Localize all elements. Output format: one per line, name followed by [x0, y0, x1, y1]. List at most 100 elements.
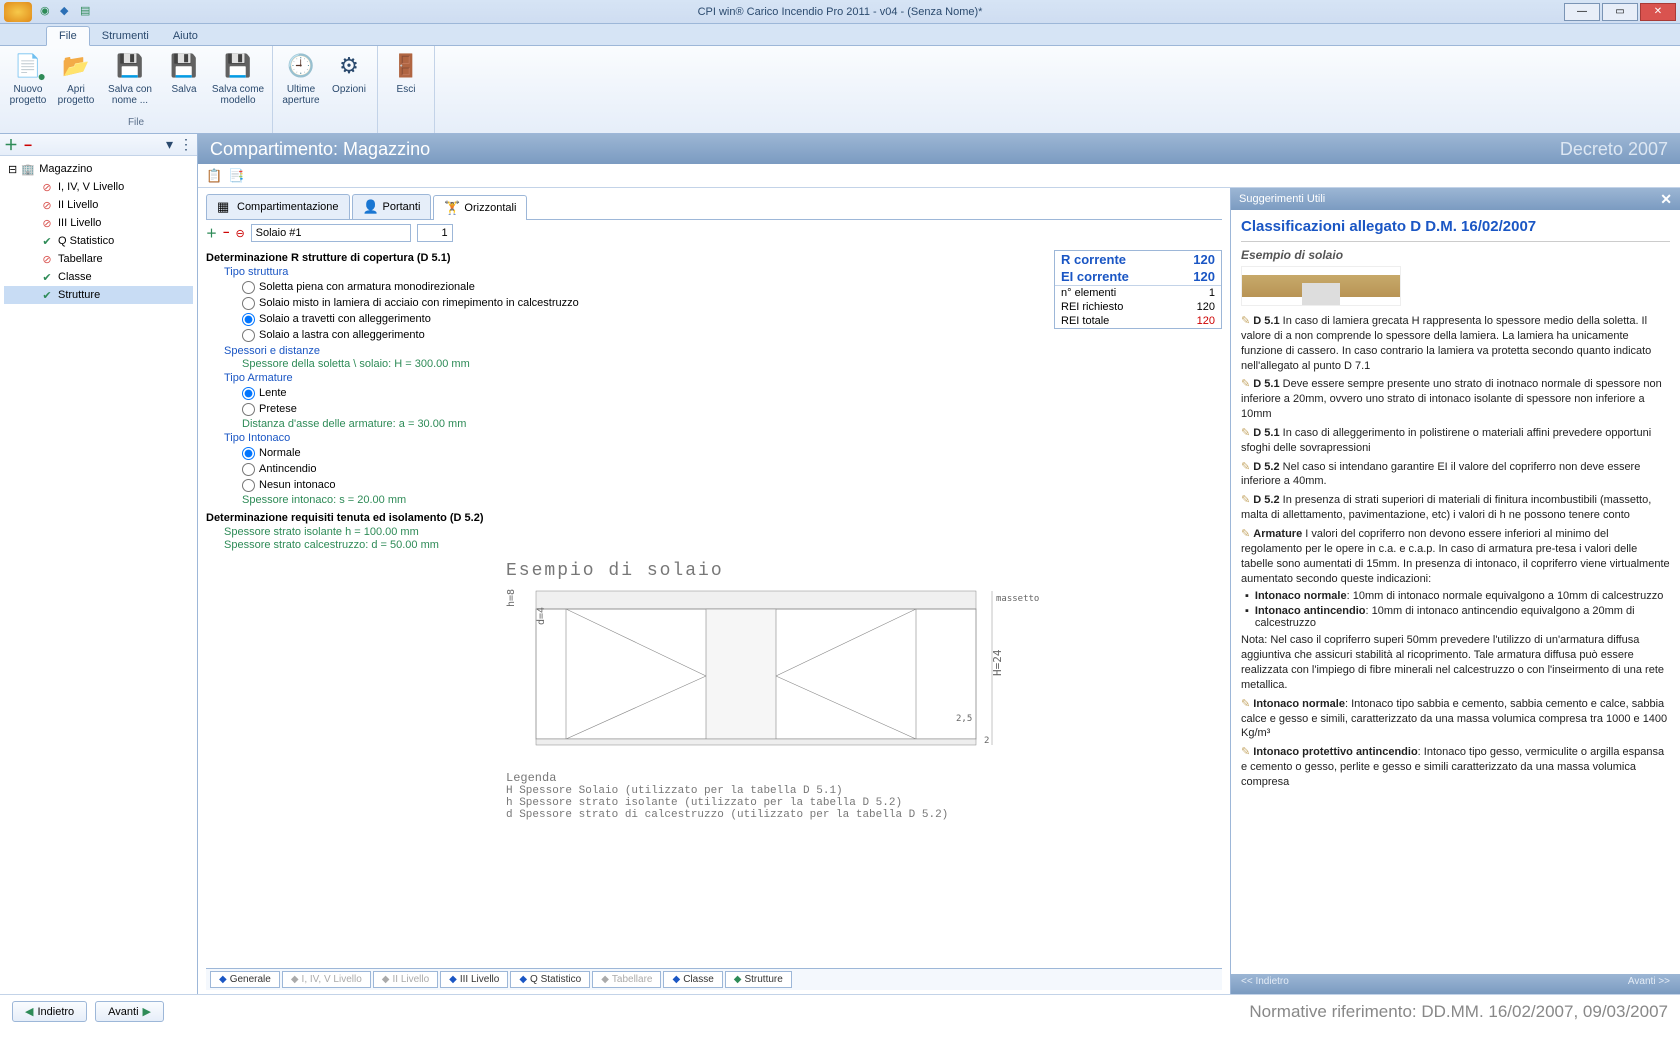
radio-ts4[interactable]: Solaio a lastra con alleggerimento — [242, 327, 1046, 343]
normative-label: Normative riferimento: DD.MM. 16/02/2007… — [1249, 1002, 1668, 1022]
bot-tab-qstat[interactable]: ◆Q Statistico — [510, 971, 590, 988]
check-icon: ✔ — [40, 288, 54, 302]
value-spess-soletta: Spessore della soletta \ solaio: H = 300… — [242, 358, 1046, 370]
btn-salva[interactable]: Salva — [160, 48, 208, 117]
hints-nav: << Indietro Avanti >> — [1231, 974, 1680, 994]
bot-tab-tabellare[interactable]: ◆Tabellare — [592, 971, 661, 988]
prohibit-icon: ⊘ — [40, 216, 54, 230]
radio-ti3[interactable]: Nesun intonaco — [242, 477, 1046, 493]
check-icon: ✔ — [40, 270, 54, 284]
qat-new-icon[interactable]: ◉ — [40, 4, 56, 20]
tool-icon-1[interactable]: 📋 — [206, 168, 222, 184]
value-dist-armature: Distanza d'asse delle armature: a = 30.0… — [242, 418, 1046, 430]
bot-tab-l1[interactable]: ◆I, IV, V Livello — [282, 971, 371, 988]
tree-add-icon[interactable] — [4, 135, 18, 155]
hints-figure — [1241, 266, 1401, 306]
element-count-input[interactable] — [417, 224, 453, 242]
tab-aiuto[interactable]: Aiuto — [161, 27, 210, 45]
heading-tipo-intonaco: Tipo Intonaco — [224, 432, 1046, 444]
tab-file[interactable]: File — [46, 26, 90, 46]
svg-text:massetto: massetto — [996, 594, 1039, 604]
qat-save-icon[interactable]: ▤ — [80, 4, 96, 20]
radio-ta2[interactable]: Pretese — [242, 401, 1046, 417]
center-toolbar: 📋 📑 — [198, 164, 1680, 188]
svg-text:2,5: 2,5 — [956, 714, 972, 724]
section-d52: Determinazione requisiti tenuta ed isola… — [206, 512, 1046, 524]
tool-icon-2[interactable]: 📑 — [228, 168, 244, 184]
bot-tab-generale[interactable]: ◆Generale — [210, 971, 280, 988]
form-left: Determinazione R strutture di copertura … — [206, 246, 1054, 968]
legend-line-3: d Spessore strato di calcestruzzo (utili… — [506, 809, 1046, 821]
btn-indietro[interactable]: ◀Indietro — [12, 1001, 87, 1022]
radio-ta1[interactable]: Lente — [242, 385, 1046, 401]
subtabs: ▦Compartimentazione 👤Portanti 🏋Orizzonta… — [206, 192, 1222, 220]
btn-salva-nome[interactable]: Salva con nome ... — [100, 48, 160, 117]
app-icon — [4, 2, 32, 22]
tree-more-icon[interactable] — [179, 136, 193, 153]
diagram-title: Esempio di solaio — [506, 561, 1046, 581]
tab-strumenti[interactable]: Strumenti — [90, 27, 161, 45]
close-button[interactable]: ✕ — [1640, 3, 1676, 21]
subtab-compartimentazione[interactable]: ▦Compartimentazione — [206, 194, 350, 219]
example-diagram: Esempio di solaio massetto h=8 d=4 — [206, 561, 1046, 821]
ribbon-group-file-label: File — [4, 117, 268, 131]
tree-root[interactable]: ⊟🏢Magazzino — [4, 160, 193, 178]
btn-apri-progetto[interactable]: Apri progetto — [52, 48, 100, 117]
tree-node-livello-2[interactable]: ⊘II Livello — [4, 196, 193, 214]
btn-opzioni[interactable]: Opzioni — [325, 48, 373, 117]
heading-tipo-struttura: Tipo struttura — [224, 266, 1046, 278]
open-folder-icon — [60, 50, 92, 82]
save-as-icon — [114, 50, 146, 82]
check-icon: ✔ — [40, 234, 54, 248]
radio-ts1[interactable]: Soletta piena con armatura monodireziona… — [242, 279, 1046, 295]
bot-tab-l3[interactable]: ◆III Livello — [440, 971, 508, 988]
element-name-input[interactable] — [251, 224, 411, 242]
legend-line-1: H Spessore Solaio (utilizzato per la tab… — [506, 785, 1046, 797]
hints-close-icon[interactable]: ✕ — [1660, 191, 1672, 208]
section-d51: Determinazione R strutture di copertura … — [206, 252, 1046, 264]
btn-avanti[interactable]: Avanti▶ — [95, 1001, 164, 1022]
exit-icon — [390, 50, 422, 82]
tree-node-classe[interactable]: ✔Classe — [4, 268, 193, 286]
building-icon: 🏢 — [21, 162, 35, 176]
tree-node-livello-3[interactable]: ⊘III Livello — [4, 214, 193, 232]
maximize-button[interactable]: ▭ — [1602, 3, 1638, 21]
subtab-portanti[interactable]: 👤Portanti — [352, 194, 432, 219]
results-sidebox: R corrente120 EI corrente120 n° elementi… — [1054, 250, 1222, 329]
element-dup-icon[interactable]: ⊖ — [235, 227, 244, 240]
ribbon: 📄● Nuovo progetto Apri progetto Salva co… — [0, 46, 1680, 134]
tree-node-qstat[interactable]: ✔Q Statistico — [4, 232, 193, 250]
hints-nav-back[interactable]: << Indietro — [1231, 974, 1299, 994]
btn-ultime-aperture[interactable]: Ultime aperture — [277, 48, 325, 117]
subtab-orizzontali[interactable]: 🏋Orizzontali — [433, 195, 527, 220]
qat-open-icon[interactable]: ◆ — [60, 4, 76, 20]
tree-remove-icon[interactable] — [24, 137, 32, 153]
tree-node-strutture[interactable]: ✔Strutture — [4, 286, 193, 304]
radio-ts2[interactable]: Solaio misto in lamiera di acciaio con r… — [242, 295, 1046, 311]
tree: ⊟🏢Magazzino ⊘I, IV, V Livello ⊘II Livell… — [0, 156, 197, 308]
tree-node-livello-1[interactable]: ⊘I, IV, V Livello — [4, 178, 193, 196]
hints-nav-fwd[interactable]: Avanti >> — [1618, 974, 1680, 994]
hints-figure-title: Esempio di solaio — [1241, 248, 1670, 262]
hints-header: Suggerimenti Utili ✕ — [1231, 188, 1680, 210]
svg-text:h=8: h=8 — [506, 589, 517, 607]
save-template-icon — [222, 50, 254, 82]
tree-dropdown-icon[interactable] — [166, 136, 173, 153]
bot-tab-l2[interactable]: ◆II Livello — [373, 971, 438, 988]
save-icon — [168, 50, 200, 82]
legend-heading: Legenda — [506, 771, 1046, 785]
btn-salva-modello[interactable]: Salva come modello — [208, 48, 268, 117]
btn-esci[interactable]: Esci — [382, 48, 430, 117]
btn-nuovo-progetto[interactable]: 📄● Nuovo progetto — [4, 48, 52, 117]
element-add-icon[interactable] — [206, 225, 217, 241]
tree-node-tabellare[interactable]: ⊘Tabellare — [4, 250, 193, 268]
bot-tab-strutture[interactable]: ◆Strutture — [725, 971, 792, 988]
prohibit-icon: ⊘ — [40, 180, 54, 194]
bot-tab-classe[interactable]: ◆Classe — [663, 971, 722, 988]
radio-ti1[interactable]: Normale — [242, 445, 1046, 461]
radio-ti2[interactable]: Antincendio — [242, 461, 1046, 477]
element-remove-icon[interactable] — [223, 227, 229, 239]
minimize-button[interactable]: — — [1564, 3, 1600, 21]
prohibit-icon: ⊘ — [40, 252, 54, 266]
radio-ts3[interactable]: Solaio a travetti con alleggerimento — [242, 311, 1046, 327]
